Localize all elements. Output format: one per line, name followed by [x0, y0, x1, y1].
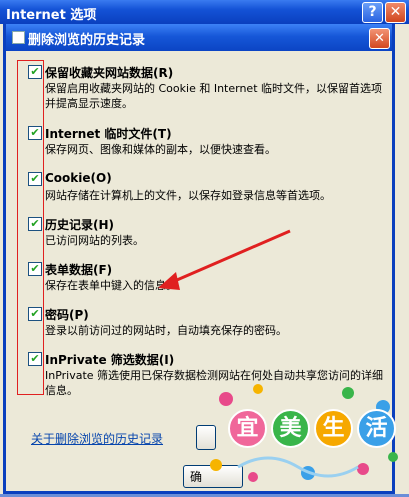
option-description: 保留启用收藏夹网站的 Cookie 和 Internet 临时文件，以保留首选项…: [45, 82, 382, 110]
option-description: 已访问网站的列表。: [45, 234, 144, 247]
option-description: 网站存储在计算机上的文件，以保存如登录信息等首选项。: [45, 189, 331, 202]
option-description: 保存网页、图像和媒体的副本，以便快速查看。: [45, 143, 276, 156]
dialog-app-icon: [12, 31, 25, 44]
help-button[interactable]: ?: [362, 2, 383, 23]
option-description: 登录以前访问过的网站时，自动填充保存的密码。: [45, 324, 287, 337]
option-label: 表单数据(F): [45, 263, 113, 277]
checkbox-highlight-box: [17, 60, 44, 395]
watermark-text: 宜 美 生 活: [228, 409, 396, 448]
option-label: Cookie(O): [45, 171, 112, 185]
option-label: 保留收藏夹网站数据(R): [45, 66, 174, 80]
dialog-title-bar: 删除浏览的历史记录 ✕: [6, 24, 392, 51]
watermark-char: 美: [271, 409, 310, 448]
option-label: 历史记录(H): [45, 218, 115, 232]
dialog-close-button[interactable]: ✕: [369, 28, 390, 49]
option-description: 保存在表单中键入的信息。: [45, 279, 177, 292]
watermark-logo: 宜 美 生 活: [198, 377, 409, 494]
dialog-title: 删除浏览的历史记录: [28, 33, 146, 48]
watermark-char: 活: [357, 409, 396, 448]
option-label: Internet 临时文件(T): [45, 127, 172, 141]
outer-close-button[interactable]: ✕: [385, 2, 406, 23]
watermark-char: 生: [314, 409, 353, 448]
outer-window-title: Internet 选项: [6, 8, 97, 23]
watermark-char: 宜: [228, 409, 267, 448]
about-delete-history-link[interactable]: 关于删除浏览的历史记录: [31, 430, 163, 447]
option-label: InPrivate 筛选数据(I): [45, 353, 175, 367]
option-label: 密码(P): [45, 308, 89, 322]
outer-title-bar: Internet 选项 ? ✕: [0, 0, 409, 24]
